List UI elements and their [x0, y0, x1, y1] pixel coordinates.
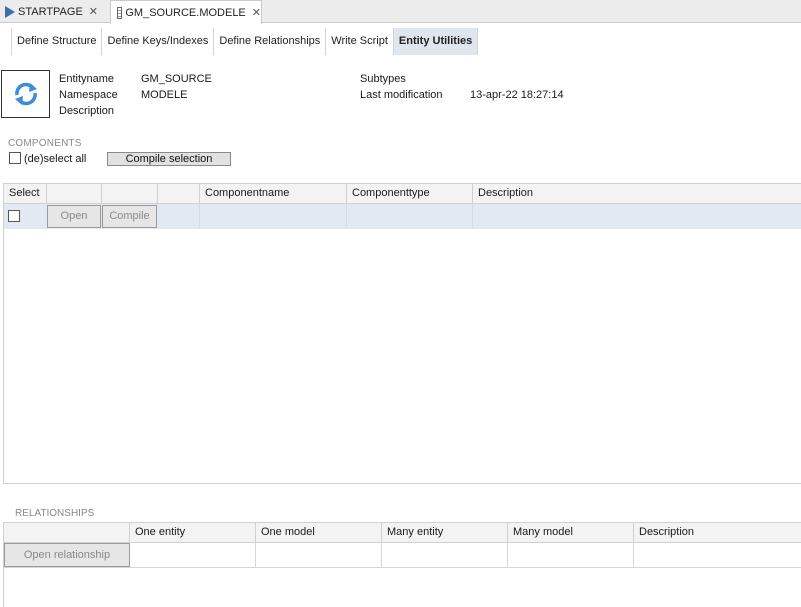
entityname-value: GM_SOURCE [141, 73, 212, 85]
column-header-compile [102, 184, 158, 204]
tab-entity-utilities[interactable]: Entity Utilities [392, 28, 479, 55]
close-icon[interactable]: ✕ [89, 5, 98, 18]
refresh-icon [14, 82, 37, 106]
column-header-many-model[interactable]: Many model [508, 523, 634, 543]
tab-gm-source-modele[interactable]: GM_SOURCE.MODELE ✕ [110, 0, 262, 24]
description-label: Description [59, 105, 115, 117]
row-select-checkbox[interactable] [8, 210, 20, 222]
tab-write-script[interactable]: Write Script [325, 28, 393, 55]
tab-startpage[interactable]: STARTPAGE ✕ [5, 0, 105, 23]
cell-divider [255, 543, 256, 568]
last-modification-value: 13-apr-22 18:27:14 [470, 89, 564, 101]
column-header-select[interactable]: Select [4, 184, 47, 204]
column-header-description[interactable]: Description [473, 184, 801, 204]
column-header-one-entity[interactable]: One entity [130, 523, 256, 543]
table-row[interactable]: Open relationship [4, 543, 801, 568]
cell-divider [472, 204, 473, 229]
relationships-section-title: RELATIONSHIPS [15, 508, 95, 519]
namespace-label: Namespace [59, 89, 118, 101]
cell-divider [507, 543, 508, 568]
deselect-all-checkbox[interactable] [9, 152, 21, 164]
components-section-title: COMPONENTS [8, 138, 82, 149]
components-table: Select Componentname Componenttype Descr… [3, 183, 801, 484]
column-header-rel-description[interactable]: Description [634, 523, 801, 543]
tab-define-relationships[interactable]: Define Relationships [213, 28, 325, 55]
column-header-componentname[interactable]: Componentname [200, 184, 347, 204]
column-header-many-entity[interactable]: Many entity [382, 523, 508, 543]
editor-subtabs: Define Structure Define Keys/Indexes Def… [11, 28, 479, 55]
cell-divider [381, 543, 382, 568]
tab-startpage-label: STARTPAGE [18, 5, 83, 18]
entityname-label: Entityname [59, 73, 115, 85]
deselect-all-label: (de)select all [24, 153, 87, 165]
table-icon [117, 6, 123, 19]
cell-divider [633, 543, 634, 568]
close-icon[interactable]: ✕ [252, 6, 261, 19]
column-header-blank [4, 523, 130, 543]
table-row[interactable]: Open Compile [4, 204, 801, 229]
relationships-table: One entity One model Many entity Many mo… [3, 522, 801, 607]
tab-gm-source-label: GM_SOURCE.MODELE [125, 6, 246, 19]
document-tab-bar: STARTPAGE ✕ GM_SOURCE.MODELE ✕ [0, 0, 801, 24]
column-header-componenttype[interactable]: Componenttype [347, 184, 473, 204]
subtypes-label: Subtypes [360, 73, 406, 85]
tab-define-keys-indexes[interactable]: Define Keys/Indexes [101, 28, 213, 55]
last-modification-label: Last modification [360, 89, 443, 101]
namespace-value: MODELE [141, 89, 188, 101]
column-header-one-model[interactable]: One model [256, 523, 382, 543]
open-relationship-button[interactable]: Open relationship [4, 543, 130, 567]
cell-divider [199, 204, 200, 229]
compile-component-button[interactable]: Compile [102, 205, 157, 228]
cell-divider [346, 204, 347, 229]
column-header-empty [158, 184, 200, 204]
entity-refresh-icon [1, 70, 50, 118]
play-icon [5, 5, 15, 18]
tab-define-structure[interactable]: Define Structure [11, 28, 101, 55]
column-header-open [47, 184, 102, 204]
compile-selection-button[interactable]: Compile selection [107, 152, 231, 166]
open-component-button[interactable]: Open [47, 205, 101, 228]
